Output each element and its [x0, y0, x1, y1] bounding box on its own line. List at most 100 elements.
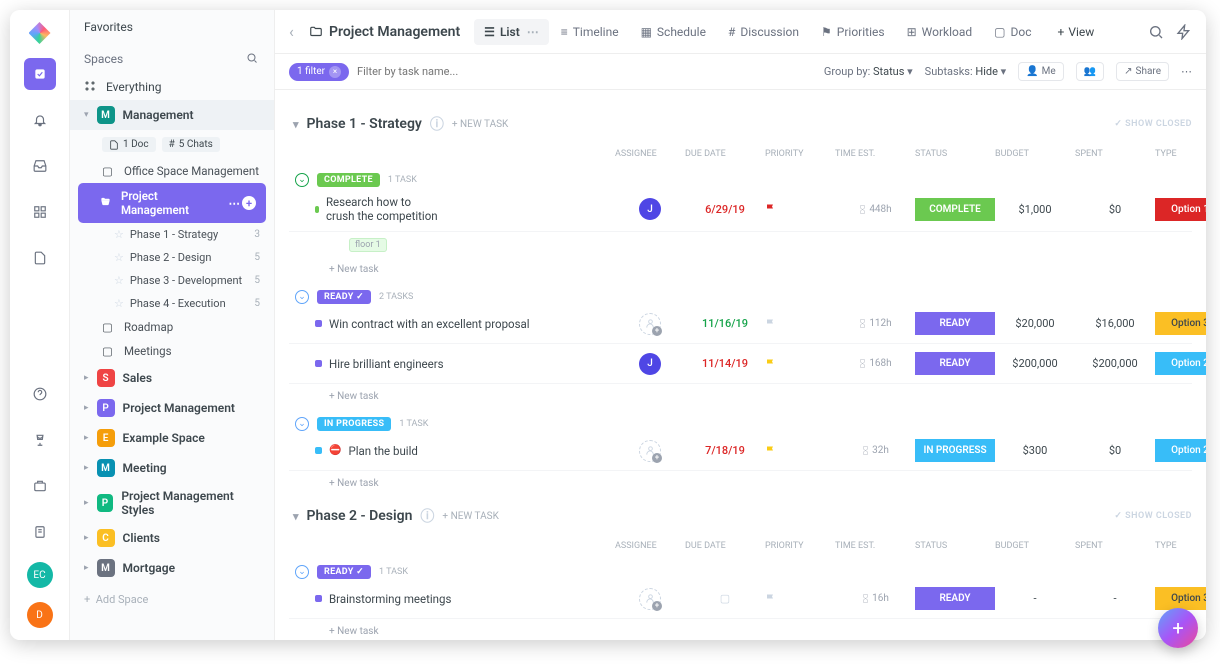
view-tab-timeline[interactable]: ≡Timeline	[551, 19, 629, 45]
folder-office-space[interactable]: ▢Office Space Management	[70, 159, 274, 183]
folder-roadmap[interactable]: ▢Roadmap	[70, 315, 274, 339]
sidebar-space[interactable]: ▸EExample Space	[70, 423, 274, 453]
sidebar-space[interactable]: ▸SSales	[70, 363, 274, 393]
due-date-cell[interactable]: 6/29/19	[685, 203, 765, 216]
priority-cell[interactable]	[765, 203, 835, 215]
task-name[interactable]: Win contract with an excellent proposal	[315, 317, 615, 331]
estimate-cell[interactable]: 16h	[835, 593, 915, 604]
assignee-cell[interactable]: J	[615, 198, 685, 220]
assignee-cell[interactable]: J	[615, 353, 685, 375]
status-group-header[interactable]: ⌄READY ✓1 TASK	[295, 565, 1192, 579]
folder-meetings[interactable]: ▢Meetings	[70, 339, 274, 363]
create-button[interactable]: +	[1158, 608, 1198, 648]
favorites-header[interactable]: Favorites	[70, 10, 274, 44]
doc-pill[interactable]: 1 Doc	[102, 137, 156, 152]
share-button[interactable]: ↗ Share	[1116, 62, 1169, 81]
notifications-icon[interactable]	[24, 104, 56, 136]
new-task-row[interactable]: + New task	[289, 619, 1192, 640]
view-tab-list[interactable]: ☰List⋯	[474, 19, 549, 45]
spent-cell[interactable]: $16,000	[1075, 317, 1155, 330]
goals-icon[interactable]	[24, 424, 56, 456]
budget-cell[interactable]: -	[995, 592, 1075, 605]
sidebar-phase[interactable]: ☆Phase 4 - Execution5	[70, 292, 274, 315]
due-date-cell[interactable]: 11/14/19	[685, 357, 765, 370]
search-icon[interactable]	[246, 52, 260, 66]
groupby-control[interactable]: Group by: Status ▾	[824, 65, 913, 78]
show-closed-button[interactable]: ✓ SHOW CLOSED	[1114, 119, 1192, 129]
new-task-row[interactable]: + New task	[289, 384, 1192, 409]
spent-cell[interactable]: $200,000	[1075, 357, 1155, 370]
automation-icon[interactable]	[1176, 24, 1192, 40]
type-cell[interactable]: Option 2	[1155, 352, 1206, 375]
view-tab-discussion[interactable]: #Discussion	[718, 19, 809, 45]
type-cell[interactable]: Option 3	[1155, 587, 1206, 610]
spent-cell[interactable]: $0	[1075, 444, 1155, 457]
status-group-header[interactable]: ⌄COMPLETE1 TASK	[295, 173, 1192, 187]
new-task-button[interactable]: + NEW TASK	[452, 119, 508, 130]
sidebar-phase[interactable]: ☆Phase 2 - Design5	[70, 246, 274, 269]
type-cell[interactable]: Option 1	[1155, 198, 1206, 221]
assignee-cell[interactable]	[615, 440, 685, 462]
user-avatar-2[interactable]: D	[27, 602, 53, 628]
assignees-button[interactable]: 👥	[1076, 62, 1104, 81]
priority-cell[interactable]	[765, 318, 835, 330]
sidebar-space[interactable]: ▸PProject Management Styles	[70, 483, 274, 523]
task-row[interactable]: Research how to crush the competition J …	[289, 187, 1192, 232]
task-name[interactable]: Hire brilliant engineers	[315, 357, 615, 371]
subtasks-control[interactable]: Subtasks: Hide ▾	[925, 65, 1007, 78]
inbox-icon[interactable]	[24, 150, 56, 182]
assignee-cell[interactable]	[615, 313, 685, 335]
notepad-icon[interactable]	[24, 516, 56, 548]
budget-cell[interactable]: $200,000	[995, 357, 1075, 370]
spent-cell[interactable]: -	[1075, 592, 1155, 605]
add-icon[interactable]: +	[242, 196, 256, 210]
add-view-button[interactable]: + View	[1048, 19, 1105, 45]
budget-cell[interactable]: $20,000	[995, 317, 1075, 330]
spent-cell[interactable]: $0	[1075, 203, 1155, 216]
chats-pill[interactable]: #5 Chats	[162, 137, 220, 152]
new-task-row[interactable]: + New task	[289, 257, 1192, 282]
new-task-row[interactable]: + New task	[289, 471, 1192, 496]
due-date-cell[interactable]: 11/16/19	[685, 317, 765, 330]
priority-cell[interactable]	[765, 593, 835, 605]
collapse-icon[interactable]: ⌄	[295, 417, 309, 431]
phase-header[interactable]: ▾Phase 2 - Designⓘ+ NEW TASK✓ SHOW CLOSE…	[293, 506, 1192, 526]
assignee-cell[interactable]	[615, 588, 685, 610]
assignee-empty[interactable]	[639, 588, 661, 610]
new-task-button[interactable]: + NEW TASK	[442, 511, 498, 522]
collapse-icon[interactable]: ⌄	[295, 290, 309, 304]
task-name[interactable]: Brainstorming meetings	[315, 592, 615, 606]
more-icon[interactable]: ⋯	[1181, 65, 1192, 78]
sidebar-space[interactable]: ▸CClients	[70, 523, 274, 553]
estimate-cell[interactable]: 168h	[835, 358, 915, 369]
show-closed-button[interactable]: ✓ SHOW CLOSED	[1114, 511, 1192, 521]
type-cell[interactable]: Option 2	[1155, 439, 1206, 462]
collapse-icon[interactable]: ⌄	[295, 173, 309, 187]
filter-input[interactable]	[357, 65, 517, 78]
more-icon[interactable]: ⋯	[229, 196, 241, 210]
assignee-avatar[interactable]: J	[639, 353, 661, 375]
app-logo[interactable]	[29, 22, 51, 44]
dashboards-icon[interactable]	[24, 196, 56, 228]
task-row[interactable]: Brainstorming meetings ▢ 16h READY - - O…	[289, 579, 1192, 619]
estimate-cell[interactable]: 448h	[835, 204, 915, 215]
status-group-header[interactable]: ⌄READY ✓2 TASKS	[295, 290, 1192, 304]
estimate-cell[interactable]: 112h	[835, 318, 915, 329]
folder-project-management[interactable]: Project Management ⋯ +	[78, 183, 266, 223]
status-cell[interactable]: READY	[915, 312, 995, 335]
view-tab-doc[interactable]: ▢Doc	[984, 19, 1041, 45]
space-management[interactable]: ▾ M Management	[70, 100, 274, 130]
sidebar-phase[interactable]: ☆Phase 1 - Strategy3	[70, 223, 274, 246]
sidebar-space[interactable]: ▸PProject Management	[70, 393, 274, 423]
phase-header[interactable]: ▾Phase 1 - Strategyⓘ+ NEW TASK✓ SHOW CLO…	[293, 114, 1192, 134]
assignee-avatar[interactable]: J	[639, 198, 661, 220]
assignee-empty[interactable]	[639, 440, 661, 462]
sidebar-space[interactable]: ▸MMeeting	[70, 453, 274, 483]
due-date-cell[interactable]: 7/18/19	[685, 444, 765, 457]
budget-cell[interactable]: $300	[995, 444, 1075, 457]
status-cell[interactable]: COMPLETE	[915, 198, 995, 221]
task-name[interactable]: Research how to crush the competition	[315, 195, 615, 223]
task-row[interactable]: Hire brilliant engineers J 11/14/19 168h…	[289, 344, 1192, 384]
home-icon[interactable]	[24, 58, 56, 90]
spaces-header[interactable]: Spaces	[70, 44, 274, 74]
